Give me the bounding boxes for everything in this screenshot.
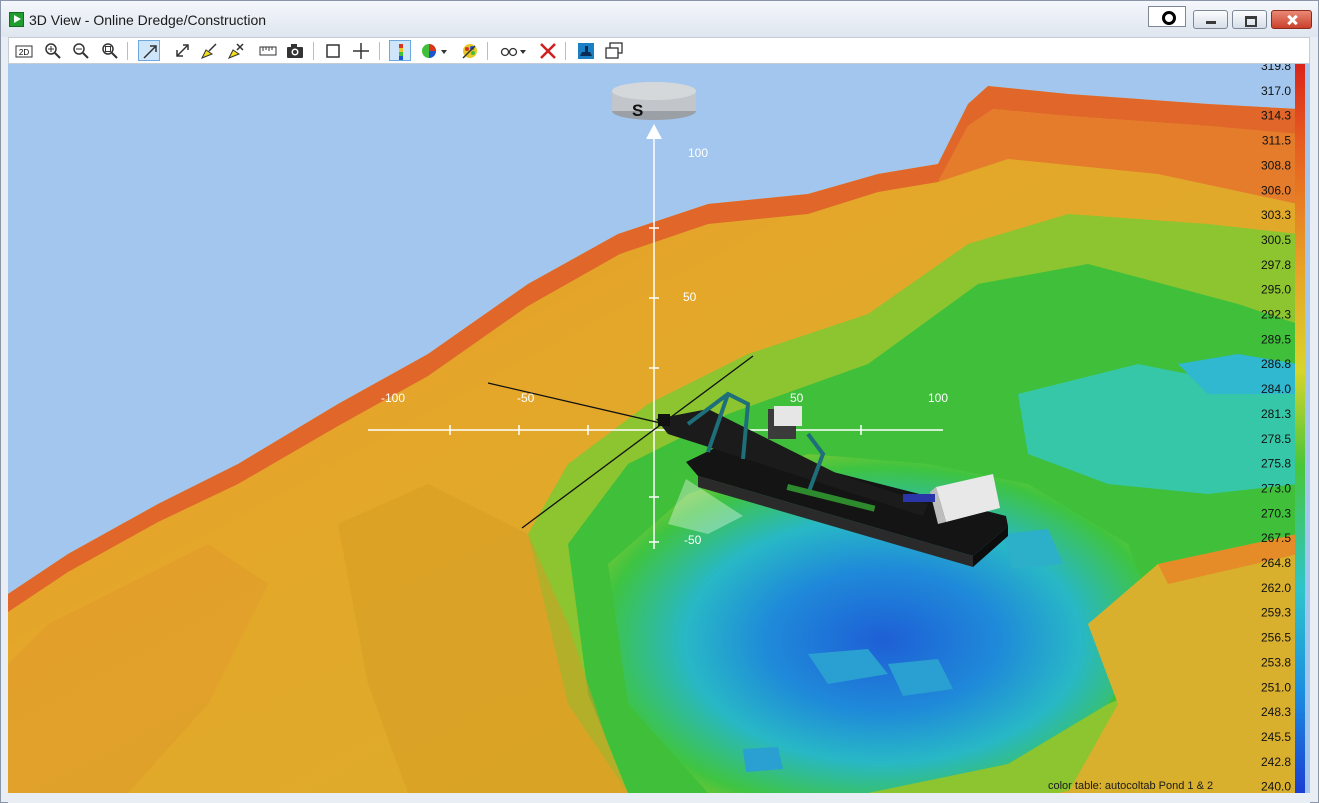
bathymetry-scene: -100 -50 50 100 100 50 -50 S 319.8317.03… xyxy=(8,64,1305,793)
view-options-button[interactable] xyxy=(498,40,530,61)
square-icon xyxy=(326,44,340,58)
color-scale-value: 284.0 xyxy=(1261,382,1291,396)
app-window: 3D View - Online Dredge/Construction 2D xyxy=(0,0,1319,803)
color-scale-value: 295.0 xyxy=(1261,283,1291,297)
window-title: 3D View - Online Dredge/Construction xyxy=(29,12,267,28)
color-scale-value: 297.8 xyxy=(1261,258,1291,272)
crosshair-icon xyxy=(353,43,369,59)
toolbar-separator xyxy=(127,42,128,60)
zoom-in-icon xyxy=(45,43,61,59)
rotate-view-icon xyxy=(143,45,157,59)
highlight-icon xyxy=(200,43,217,59)
view-2d-label: 2D xyxy=(19,48,29,57)
zoom-out-button[interactable] xyxy=(70,40,92,61)
color-scale-value: 289.5 xyxy=(1261,332,1291,346)
box-select-button[interactable] xyxy=(322,40,344,61)
color-scale-value: 270.3 xyxy=(1261,506,1291,520)
toolbar-separator xyxy=(313,42,314,60)
color-scale-value: 242.8 xyxy=(1261,755,1291,769)
color-scale-value: 292.3 xyxy=(1261,308,1291,322)
ruler-icon xyxy=(259,46,277,56)
status-strip xyxy=(8,793,1310,803)
x-axis-label: 100 xyxy=(928,391,948,405)
crosshair-button[interactable] xyxy=(350,40,372,61)
color-scale-value: 319.8 xyxy=(1261,64,1291,73)
zoom-in-button[interactable] xyxy=(42,40,64,61)
y-axis-label: 100 xyxy=(688,146,708,160)
y-axis-label: 50 xyxy=(683,290,697,304)
zoom-extents-icon xyxy=(102,43,118,59)
x-axis-label: 50 xyxy=(790,391,804,405)
camera-button[interactable] xyxy=(284,40,306,61)
zoom-out-icon xyxy=(73,43,89,59)
color-scale-value: 275.8 xyxy=(1261,457,1291,471)
toolbar-separator xyxy=(487,42,488,60)
color-scale-value: 248.3 xyxy=(1261,705,1291,719)
maximize-button[interactable] xyxy=(1232,10,1267,29)
color-scale-value: 273.0 xyxy=(1261,481,1291,495)
ruler-button[interactable] xyxy=(257,40,279,61)
vessel-button[interactable] xyxy=(575,40,597,61)
mark-icon xyxy=(227,43,244,59)
color-scale-value: 303.3 xyxy=(1261,208,1291,222)
color-scale-value: 278.5 xyxy=(1261,432,1291,446)
mark-button[interactable] xyxy=(225,40,247,61)
y-axis-arrow xyxy=(646,124,662,139)
palette-icon xyxy=(462,44,477,59)
delete-x-icon xyxy=(540,43,556,59)
color-scale-value: 300.5 xyxy=(1261,233,1291,247)
color-scale-value: 253.8 xyxy=(1261,655,1291,669)
highlight-button[interactable] xyxy=(198,40,220,61)
color-scale-bar xyxy=(1295,64,1305,793)
color-scale-value: 245.5 xyxy=(1261,730,1291,744)
color-scale-value: 306.0 xyxy=(1261,183,1291,197)
glasses-icon xyxy=(500,47,526,57)
view-2d-button[interactable]: 2D xyxy=(13,40,35,61)
camera-icon xyxy=(287,44,303,58)
3d-viewport[interactable]: -100 -50 50 100 100 50 -50 S 319.8 317.0… xyxy=(8,64,1310,793)
title-bar[interactable]: 3D View - Online Dredge/Construction xyxy=(1,1,1318,37)
minimize-button[interactable] xyxy=(1193,10,1228,29)
pan-icon xyxy=(176,44,189,57)
color-scale-value: 240.0 xyxy=(1261,780,1291,793)
compass[interactable]: S xyxy=(612,82,696,120)
close-button[interactable] xyxy=(1271,10,1312,29)
x-axis-label: -100 xyxy=(381,391,405,405)
color-scale-value: 259.3 xyxy=(1261,606,1291,620)
delete-button[interactable] xyxy=(537,40,559,61)
color-table-icon xyxy=(422,44,447,58)
color-scale-icon xyxy=(399,44,403,60)
windows-button[interactable] xyxy=(603,40,625,61)
color-scale-value: 262.0 xyxy=(1261,581,1291,595)
view-2d-icon: 2D xyxy=(15,45,33,58)
pit-block xyxy=(743,747,783,772)
pin-button[interactable] xyxy=(1148,6,1186,27)
color-scale-value: 286.8 xyxy=(1261,357,1291,371)
color-scale-value: 256.5 xyxy=(1261,631,1291,645)
toolbar-separator xyxy=(565,42,566,60)
color-scale-value: 264.8 xyxy=(1261,556,1291,570)
toolbar-separator xyxy=(379,42,380,60)
palette-button[interactable] xyxy=(459,40,481,61)
color-table-status: color table: autocoltab Pond 1 & 2 xyxy=(1048,780,1214,792)
app-play-icon xyxy=(9,12,24,27)
color-scale-value: 311.5 xyxy=(1262,134,1291,148)
compass-label: S xyxy=(632,101,643,120)
color-scale-value: 281.3 xyxy=(1261,407,1291,421)
color-table-button[interactable] xyxy=(419,40,451,61)
color-scale-button[interactable] xyxy=(389,40,411,61)
color-scale-value: 308.8 xyxy=(1261,158,1291,172)
zoom-extents-button[interactable] xyxy=(99,40,121,61)
color-scale-value: 267.5 xyxy=(1261,531,1291,545)
color-scale-value: 317.0 xyxy=(1261,84,1291,98)
color-scale-value: 251.0 xyxy=(1261,680,1291,694)
x-axis-label: -50 xyxy=(517,391,535,405)
color-scale-value: 314.3 xyxy=(1261,109,1291,123)
vessel-icon xyxy=(578,43,594,59)
toolbar: 2D xyxy=(8,37,1310,64)
rotate-view-button[interactable] xyxy=(138,40,160,61)
pan-button[interactable] xyxy=(172,40,194,61)
y-axis-label: -50 xyxy=(684,533,702,547)
windows-icon xyxy=(605,42,623,59)
